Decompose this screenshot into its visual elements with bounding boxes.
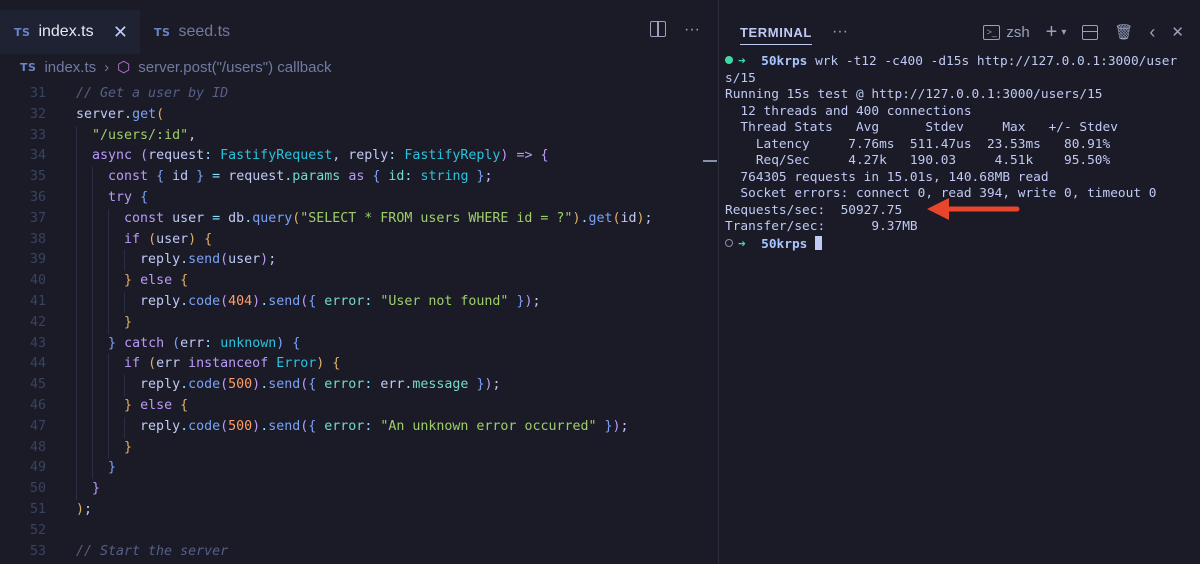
terminal-header: TERMINAL ··· >_ zsh + ▾ 🗑 ‹ ✕ (719, 10, 1200, 54)
code-line: 52 (0, 521, 718, 542)
annotation-arrow-icon (927, 198, 1020, 220)
chevron-down-icon[interactable]: ▾ (1061, 27, 1066, 38)
plus-icon[interactable]: + (1046, 21, 1058, 44)
code-line: 47 reply.code(500).send({ error: "An unk… (0, 416, 718, 438)
terminal-line: Req/Sec 4.27k 190.03 4.51k 95.50% (725, 153, 1111, 168)
command-status-dot (725, 56, 733, 64)
code-line: 38 if (user) { (0, 229, 718, 251)
breadcrumb: TS index.ts › ⬡ server.post("/users") ca… (20, 56, 331, 78)
trash-icon[interactable]: 🗑 (1114, 23, 1133, 41)
code-line: 41 reply.code(404).send({ error: "User n… (0, 291, 718, 313)
line-number: 51 (29, 501, 46, 517)
terminal-prompt-icon: >_ (983, 24, 1001, 40)
terminal-line: Running 15s test @ http://127.0.0.1:3000… (725, 87, 1103, 102)
line-number: 47 (29, 418, 46, 434)
code-line: 32 server.get( (0, 105, 718, 126)
line-number: 34 (29, 148, 46, 164)
line-number: 33 (29, 127, 46, 143)
line-number: 36 (29, 189, 46, 205)
breadcrumb-file[interactable]: index.ts (44, 59, 96, 76)
tab-label: index.ts (38, 23, 94, 40)
code-editor[interactable]: 31// Get a user by ID 32 server.get( 33 "… (0, 84, 718, 562)
terminal-prompt-line: ➜ 50krps (725, 235, 1200, 253)
shell-name: zsh (1006, 23, 1030, 41)
line-number: 38 (29, 231, 46, 247)
line-number: 31 (29, 86, 46, 101)
code-line: 31// Get a user by ID (0, 84, 718, 105)
shell-selector[interactable]: >_ zsh (983, 23, 1030, 41)
prompt-idle-dot (725, 238, 733, 247)
command-text: wrk -t12 -c400 -d15s http://127.0.0.1:30… (807, 54, 1178, 69)
breadcrumb-symbol[interactable]: server.post("/users") callback (138, 59, 331, 76)
code-line: 50 } (0, 479, 718, 500)
line-number: 46 (29, 397, 46, 413)
typescript-icon: TS (20, 60, 37, 74)
line-number: 39 (29, 252, 46, 268)
resize-handle[interactable] (703, 160, 717, 162)
split-terminal-icon[interactable] (1082, 24, 1099, 40)
line-number: 42 (29, 314, 46, 330)
terminal-line: 764305 requests in 15.01s, 140.68MB read (725, 169, 1049, 185)
line-number: 50 (29, 481, 46, 497)
code-line: 37 const user = db.query("SELECT * FROM … (0, 208, 718, 230)
code-line: 44 if (err instanceof Error) { (0, 354, 718, 376)
split-editor-icon[interactable] (650, 21, 667, 37)
code-line: 39 reply.send(user); (0, 250, 718, 272)
terminal-toolbar: >_ zsh + ▾ 🗑 ‹ ✕ (983, 10, 1184, 54)
breadcrumb-separator: › (104, 58, 110, 76)
editor-pane: TS index.ts ✕ TS seed.ts ··· TS index.ts… (0, 0, 718, 564)
code-line: 34 async (request: FastifyRequest, reply… (0, 146, 718, 168)
code-line: 53// Start the server (0, 542, 718, 563)
code-line: 49 } (0, 458, 718, 480)
terminal-line: 12 threads and 400 connections (725, 103, 972, 119)
code-line: 43 } catch (err: unknown) { (0, 333, 718, 355)
code-line: 45 reply.code(500).send({ error: err.mes… (0, 375, 718, 396)
line-number: 49 (29, 460, 46, 476)
prompt-directory: 50krps (761, 236, 808, 252)
editor-actions: ··· (650, 21, 700, 39)
tab-label: seed.ts (178, 23, 231, 40)
code-line: 48 } (0, 437, 718, 459)
close-icon[interactable]: ✕ (113, 22, 128, 43)
editor-tab-bar: TS index.ts ✕ TS seed.ts (0, 10, 718, 54)
line-number: 40 (29, 273, 46, 289)
line-number: 52 (29, 522, 46, 538)
line-number: 37 (29, 210, 46, 226)
line-number: 53 (29, 543, 46, 559)
line-number: 41 (29, 293, 46, 309)
more-actions-icon[interactable]: ··· (832, 23, 848, 41)
code-line: 42 } (0, 312, 718, 334)
tab-terminal[interactable]: TERMINAL (740, 25, 812, 45)
code-line: 33 "/users/:id", (0, 125, 718, 147)
line-number: 43 (29, 335, 46, 351)
line-number: 35 (29, 169, 46, 185)
line-number: 44 (29, 356, 46, 372)
terminal-panel: TERMINAL ··· >_ zsh + ▾ 🗑 ‹ ✕ ➜ 50krps w… (719, 0, 1200, 564)
code-line: 46 } else { (0, 395, 718, 417)
tab-index-ts[interactable]: TS index.ts ✕ (0, 10, 140, 54)
terminal-line: Latency 7.76ms 511.47us 23.53ms 80.91% (725, 136, 1111, 152)
terminal-cursor (815, 235, 823, 250)
code-line: 40 } else { (0, 271, 718, 292)
chevron-left-icon[interactable]: ‹ (1149, 22, 1155, 43)
line-number: 32 (29, 106, 46, 122)
tab-seed-ts[interactable]: TS seed.ts (140, 10, 242, 54)
terminal-line: Thread Stats Avg Stdev Max +/- Stdev (725, 120, 1118, 135)
line-number: 48 (29, 439, 46, 455)
code-line: 51); (0, 500, 718, 521)
prompt-directory: 50krps (761, 54, 808, 69)
code-line: 35 const { id } = request.params as { id… (0, 167, 718, 188)
typescript-icon: TS (14, 25, 31, 39)
terminal-line: s/15 (725, 70, 756, 86)
line-number: 45 (29, 377, 46, 393)
method-symbol-icon: ⬡ (117, 59, 131, 76)
terminal-command-line: ➜ 50krps wrk -t12 -c400 -d15s http://127… (725, 54, 1200, 71)
more-actions-icon[interactable]: ··· (684, 21, 700, 39)
typescript-icon: TS (154, 25, 171, 39)
close-icon[interactable]: ✕ (1171, 23, 1184, 41)
code-line: 36 try { (0, 187, 718, 209)
